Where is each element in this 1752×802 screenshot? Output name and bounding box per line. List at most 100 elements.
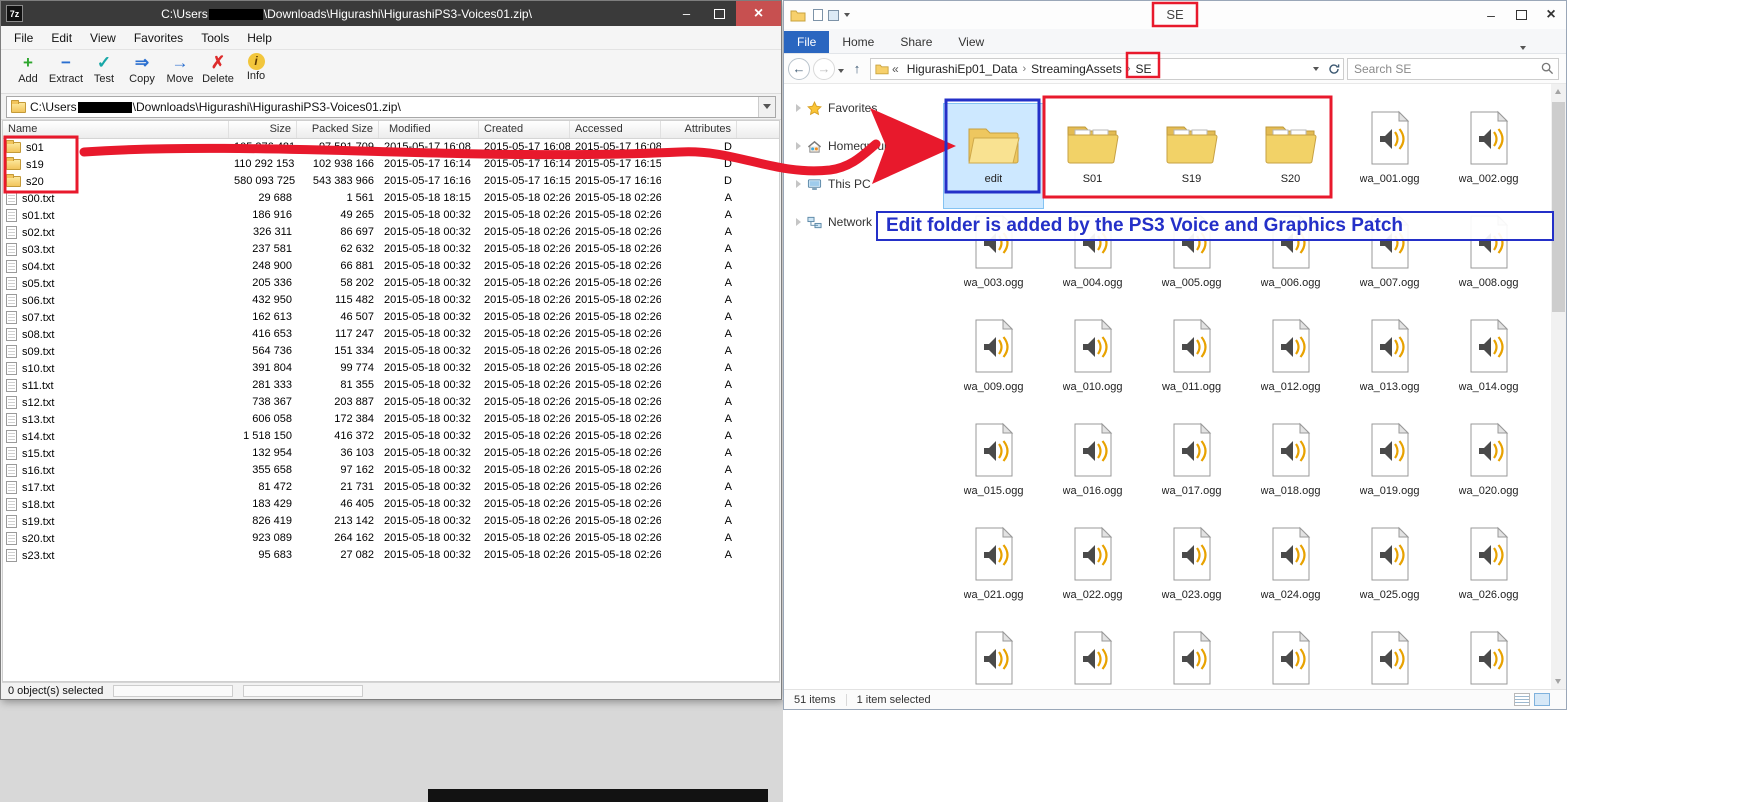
toolbar-button-copy[interactable]: ⇒Copy (123, 50, 161, 85)
close-button[interactable] (736, 1, 781, 26)
file-item-wa_023.ogg[interactable]: wa_023.ogg (1142, 520, 1241, 624)
file-row-s06.txt[interactable]: s06.txt432 950115 4822015-05-18 00:32201… (3, 292, 779, 309)
scroll-down-icon[interactable] (1555, 679, 1561, 684)
menu-item-edit[interactable]: Edit (42, 28, 81, 48)
file-row-s12.txt[interactable]: s12.txt738 367203 8872015-05-18 00:32201… (3, 394, 779, 411)
file-item-wa_025.ogg[interactable]: wa_025.ogg (1340, 520, 1439, 624)
toolbar-button-add[interactable]: +Add (9, 50, 47, 85)
maximize-button[interactable] (703, 1, 736, 26)
column-header-packed-size[interactable]: Packed Size (297, 121, 379, 138)
file-item-wa_022.ogg[interactable]: wa_022.ogg (1043, 520, 1142, 624)
minimize-button[interactable] (1476, 4, 1506, 26)
large-icons-view-icon[interactable] (1534, 693, 1550, 706)
file-row-s15.txt[interactable]: s15.txt132 95436 1032015-05-18 00:322015… (3, 445, 779, 462)
file-item-wa_021.ogg[interactable]: wa_021.ogg (944, 520, 1043, 624)
tab-file[interactable]: File (784, 31, 829, 53)
file-item[interactable] (1340, 624, 1439, 689)
file-row-s19[interactable]: s19110 292 153102 938 1662015-05-17 16:1… (3, 156, 779, 173)
file-item-wa_019.ogg[interactable]: wa_019.ogg (1340, 416, 1439, 520)
breadcrumb-item-se[interactable]: SE (1130, 62, 1156, 76)
folder-item-s19[interactable]: S19 (1142, 104, 1241, 208)
menu-item-help[interactable]: Help (238, 28, 281, 48)
file-item-wa_009.ogg[interactable]: wa_009.ogg (944, 312, 1043, 416)
folder-item-s01[interactable]: S01 (1043, 104, 1142, 208)
menu-item-tools[interactable]: Tools (192, 28, 238, 48)
file-item[interactable] (944, 624, 1043, 689)
file-row-s20.txt[interactable]: s20.txt923 089264 1622015-05-18 00:32201… (3, 530, 779, 547)
tab-view[interactable]: View (945, 31, 997, 53)
column-header-accessed[interactable]: Accessed (570, 121, 661, 138)
tab-share[interactable]: Share (887, 31, 945, 53)
file-row-s08.txt[interactable]: s08.txt416 653117 2472015-05-18 00:32201… (3, 326, 779, 343)
file-row-s17.txt[interactable]: s17.txt81 47221 7312015-05-18 00:322015-… (3, 479, 779, 496)
up-button[interactable]: ↑ (847, 59, 867, 79)
file-item-wa_013.ogg[interactable]: wa_013.ogg (1340, 312, 1439, 416)
file-row-s16.txt[interactable]: s16.txt355 65897 1622015-05-18 00:322015… (3, 462, 779, 479)
file-item-wa_018.ogg[interactable]: wa_018.ogg (1241, 416, 1340, 520)
history-dropdown-icon[interactable] (838, 60, 844, 78)
file-item[interactable] (1439, 624, 1538, 689)
qat-properties-icon[interactable] (828, 10, 839, 21)
file-item-wa_020.ogg[interactable]: wa_020.ogg (1439, 416, 1538, 520)
address-dropdown-icon[interactable] (1307, 67, 1325, 71)
toolbar-button-extract[interactable]: −Extract (47, 50, 85, 85)
file-item[interactable] (1241, 624, 1340, 689)
qat-chevron-icon[interactable] (844, 13, 850, 17)
column-header-name[interactable]: Name (3, 121, 229, 138)
file-item-wa_017.ogg[interactable]: wa_017.ogg (1142, 416, 1241, 520)
file-item[interactable] (1142, 624, 1241, 689)
tab-home[interactable]: Home (829, 31, 887, 53)
file-row-s05.txt[interactable]: s05.txt205 33658 2022015-05-18 00:322015… (3, 275, 779, 292)
menu-item-view[interactable]: View (81, 28, 125, 48)
search-input[interactable] (1348, 62, 1536, 76)
file-row-s14.txt[interactable]: s14.txt1 518 150416 3722015-05-18 00:322… (3, 428, 779, 445)
back-button[interactable]: ← (788, 58, 810, 80)
menu-item-file[interactable]: File (5, 28, 42, 48)
file-row-s13.txt[interactable]: s13.txt606 058172 3842015-05-18 00:32201… (3, 411, 779, 428)
column-header-modified[interactable]: Modified (379, 121, 479, 138)
file-item-wa_001.ogg[interactable]: wa_001.ogg (1340, 104, 1439, 208)
file-row-s20[interactable]: s20580 093 725543 383 9662015-05-17 16:1… (3, 173, 779, 190)
toolbar-button-move[interactable]: →Move (161, 50, 199, 85)
address-bar[interactable]: «HigurashiEp01_Data›StreamingAssets›SE (870, 58, 1344, 80)
path-dropdown-button[interactable] (758, 97, 775, 117)
file-item-wa_014.ogg[interactable]: wa_014.ogg (1439, 312, 1538, 416)
file-row-s01[interactable]: s01105 376 48197 591 7092015-05-17 16:08… (3, 139, 779, 156)
sidebar-item-favorites[interactable]: Favorites (784, 96, 939, 120)
file-item-wa_002.ogg[interactable]: wa_002.ogg (1439, 104, 1538, 208)
file-row-s04.txt[interactable]: s04.txt248 90066 8812015-05-18 00:322015… (3, 258, 779, 275)
file-item-wa_016.ogg[interactable]: wa_016.ogg (1043, 416, 1142, 520)
toolbar-button-info[interactable]: iInfo (237, 50, 275, 82)
minimize-button[interactable] (670, 1, 703, 26)
toolbar-button-delete[interactable]: ✗Delete (199, 50, 237, 85)
file-row-s23.txt[interactable]: s23.txt95 68327 0822015-05-18 00:322015-… (3, 547, 779, 564)
breadcrumb-item-higurashiep01_data[interactable]: HigurashiEp01_Data (902, 62, 1023, 76)
folder-item-s20[interactable]: S20 (1241, 104, 1340, 208)
refresh-button[interactable] (1325, 63, 1343, 75)
file-item-wa_026.ogg[interactable]: wa_026.ogg (1439, 520, 1538, 624)
sidebar-item-homegroup[interactable]: Homegroup (784, 134, 939, 158)
forward-button[interactable]: → (813, 58, 835, 80)
file-row-s01.txt[interactable]: s01.txt186 91649 2652015-05-18 00:322015… (3, 207, 779, 224)
ribbon-expand-icon[interactable] (1520, 37, 1526, 55)
file-row-s07.txt[interactable]: s07.txt162 61346 5072015-05-18 00:322015… (3, 309, 779, 326)
file-item-wa_011.ogg[interactable]: wa_011.ogg (1142, 312, 1241, 416)
sidebar-item-this-pc[interactable]: This PC (784, 172, 939, 196)
file-item[interactable] (1043, 624, 1142, 689)
scroll-up-icon[interactable] (1555, 89, 1561, 94)
file-item-wa_012.ogg[interactable]: wa_012.ogg (1241, 312, 1340, 416)
close-button[interactable] (1536, 4, 1566, 26)
menu-item-favorites[interactable]: Favorites (125, 28, 192, 48)
archive-path-combobox[interactable]: C:\Users\Downloads\Higurashi\HigurashiPS… (6, 96, 776, 118)
file-row-s09.txt[interactable]: s09.txt564 736151 3342015-05-18 00:32201… (3, 343, 779, 360)
file-item-wa_015.ogg[interactable]: wa_015.ogg (944, 416, 1043, 520)
file-row-s00.txt[interactable]: s00.txt29 6881 5612015-05-18 18:152015-0… (3, 190, 779, 207)
file-row-s10.txt[interactable]: s10.txt391 80499 7742015-05-18 00:322015… (3, 360, 779, 377)
scrollbar-thumb[interactable] (1552, 102, 1565, 312)
column-header-attributes[interactable]: Attributes (661, 121, 737, 138)
scrollbar[interactable] (1551, 84, 1566, 689)
details-view-icon[interactable] (1514, 693, 1530, 706)
column-header-created[interactable]: Created (479, 121, 570, 138)
file-row-s18.txt[interactable]: s18.txt183 42946 4052015-05-18 00:322015… (3, 496, 779, 513)
file-item-wa_010.ogg[interactable]: wa_010.ogg (1043, 312, 1142, 416)
